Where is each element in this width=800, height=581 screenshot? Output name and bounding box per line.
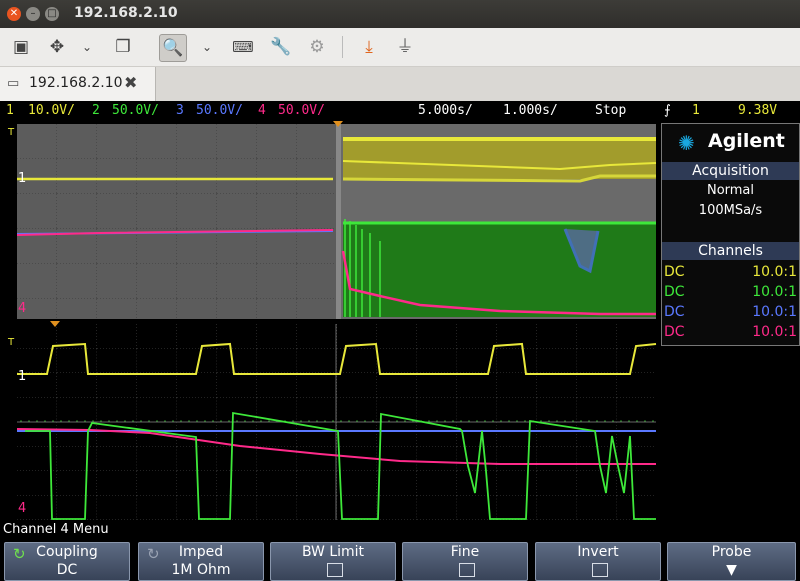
screen-icon[interactable]: ▣ — [8, 34, 34, 60]
bw-limit-checkbox[interactable] — [327, 563, 343, 577]
fine-softkey[interactable]: Fine — [402, 542, 528, 581]
channel-row-2: DC 10.0:1 — [664, 282, 797, 302]
ch4-number: 4 — [258, 103, 266, 118]
channel-probe: 10.0:1 — [752, 324, 797, 340]
trigger-marker-lower: T — [8, 337, 15, 348]
ch1-number: 1 — [6, 103, 14, 118]
chevron-down-icon[interactable]: ⌄ — [198, 34, 216, 60]
delay: 1.000s/ — [503, 103, 558, 118]
probe-softkey[interactable]: Probe ▼ — [667, 542, 796, 581]
channel-coupling: DC — [664, 324, 685, 340]
zoom-icon[interactable]: 🔍 — [159, 34, 187, 62]
window-titlebar: ✕ – □ 192.168.2.10 — [0, 0, 800, 28]
ch3-number: 3 — [176, 103, 184, 118]
tab-label: 192.168.2.10 — [29, 75, 123, 91]
run-state: Stop — [595, 103, 627, 118]
waveform-display — [16, 121, 657, 520]
softkey-title: Imped — [178, 544, 224, 560]
move-icon[interactable]: ✥ — [44, 34, 70, 60]
invert-checkbox[interactable] — [592, 563, 608, 577]
acquisition-mode: Normal — [706, 183, 755, 198]
submenu-arrow-icon: ▼ — [726, 562, 737, 578]
ch4-marker-lower: 4 — [18, 501, 27, 516]
tab-connection[interactable]: ▭ 192.168.2.10 ✖ — [0, 67, 156, 101]
tab-close-icon[interactable]: ✖ — [124, 73, 137, 92]
toolbar-divider — [342, 36, 343, 58]
softkey-title: Coupling — [36, 544, 98, 560]
timebase: 5.000s/ — [418, 103, 473, 118]
window-title: 192.168.2.10 — [74, 5, 178, 21]
acquisition-header: Acquisition — [662, 162, 799, 180]
display-icon: ▭ — [7, 76, 20, 91]
download-icon[interactable]: ⤓ — [356, 34, 382, 60]
fine-checkbox[interactable] — [459, 563, 475, 577]
bw-limit-softkey[interactable]: BW Limit — [270, 542, 396, 581]
agilent-spark-icon: ✺ — [678, 131, 695, 155]
tab-bar: ▭ 192.168.2.10 ✖ — [0, 67, 800, 101]
channel-probe: 10.0:1 — [752, 304, 797, 320]
softkey-value: 1M Ohm — [171, 562, 231, 578]
overview-window[interactable] — [16, 124, 657, 319]
ch4-marker-upper: 4 — [18, 301, 27, 316]
menu-title: Channel 4 Menu — [3, 522, 109, 537]
coupling-softkey[interactable]: ↻ Coupling DC — [4, 542, 130, 581]
brand-name: Agilent — [708, 130, 785, 152]
zoom-window[interactable] — [16, 324, 657, 520]
invert-softkey[interactable]: Invert — [535, 542, 661, 581]
menu-title-line: Channel 4 Menu — [0, 521, 800, 540]
trigger-source: 1 — [692, 103, 700, 118]
channels-header: Channels — [662, 242, 799, 260]
minimize-window-button[interactable]: – — [26, 7, 40, 21]
softkey-value: DC — [56, 562, 78, 578]
channel-row-4: DC 10.0:1 — [664, 322, 797, 342]
plug-icon[interactable]: ⏚ — [392, 34, 418, 60]
keyboard-icon[interactable]: ⌨ — [230, 34, 256, 60]
chevron-down-icon[interactable]: ⌄ — [78, 34, 96, 60]
channel-coupling: DC — [664, 284, 685, 300]
ch3-scale: 50.0V/ — [196, 103, 243, 118]
maximize-window-button[interactable]: □ — [45, 7, 59, 21]
channel-row-3: DC 10.0:1 — [664, 302, 797, 322]
wrench-icon[interactable]: 🔧 — [268, 34, 294, 60]
trigger-marker-upper: T — [8, 127, 15, 138]
acquisition-rate: 100MSa/s — [698, 203, 763, 218]
channel-coupling: DC — [664, 264, 685, 280]
trigger-edge-icon: ⨍ — [664, 103, 671, 118]
ch1-scale: 10.0V/ — [28, 103, 75, 118]
windows-icon[interactable]: ❐ — [110, 34, 136, 60]
info-panel: ✺ Agilent Acquisition Normal 100MSa/s Ch… — [661, 123, 800, 346]
zoom-window-marker[interactable] — [336, 124, 341, 319]
gears-icon[interactable]: ⚙ — [304, 34, 330, 60]
channel-probe: 10.0:1 — [752, 284, 797, 300]
scope-screen: 1 10.0V/ 2 50.0V/ 3 50.0V/ 4 50.0V/ 5.00… — [0, 101, 800, 581]
toolbar: ▣ ✥ ⌄ ❐ 🔍 ⌄ ⌨ 🔧 ⚙ ⤓ ⏚ — [0, 28, 800, 67]
ch4-scale: 50.0V/ — [278, 103, 325, 118]
softkey-title: Probe — [711, 544, 752, 560]
ch2-number: 2 — [92, 103, 100, 118]
channel-row-1: DC 10.0:1 — [664, 262, 797, 282]
channel-coupling: DC — [664, 304, 685, 320]
ch1-marker-lower: 1 — [18, 369, 27, 384]
close-window-button[interactable]: ✕ — [7, 7, 21, 21]
softkey-title: Invert — [577, 544, 619, 560]
ch1-marker-upper: 1 — [18, 171, 27, 186]
channel-probe: 10.0:1 — [752, 264, 797, 280]
trigger-level: 9.38V — [738, 103, 778, 118]
impedance-softkey[interactable]: ↻ Imped 1M Ohm — [138, 542, 264, 581]
ch2-scale: 50.0V/ — [112, 103, 159, 118]
softkey-title: Fine — [450, 544, 480, 560]
brand-header: ✺ Agilent — [662, 126, 799, 160]
softkey-title: BW Limit — [301, 544, 365, 560]
